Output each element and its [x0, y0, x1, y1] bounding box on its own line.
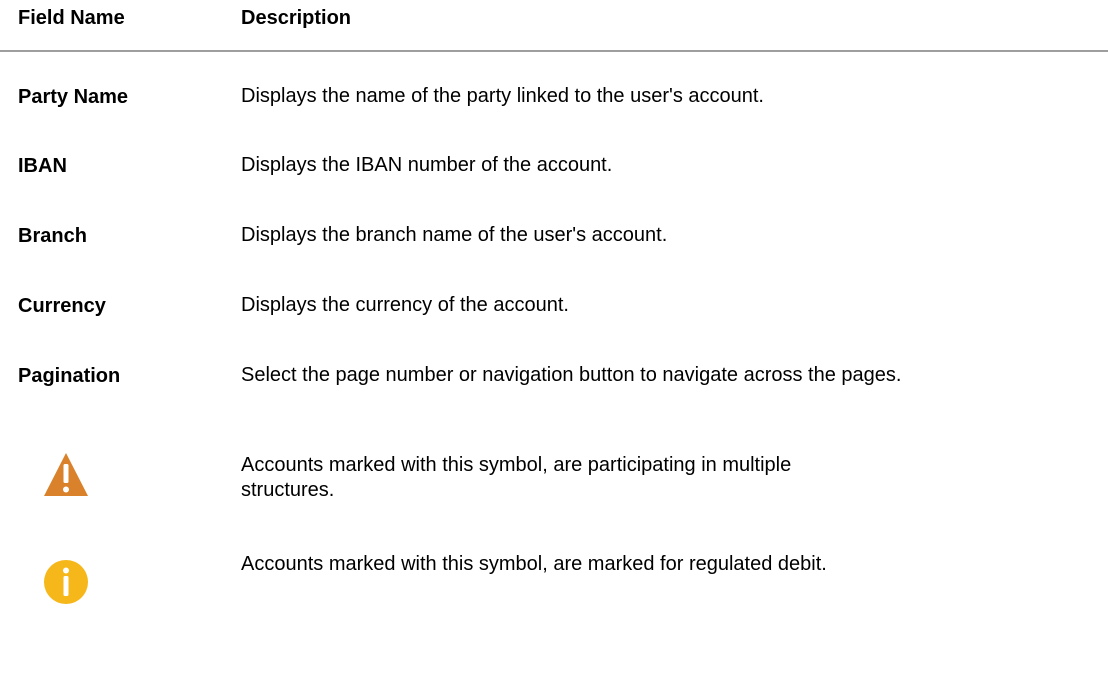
column-header-description: Description	[241, 7, 352, 29]
field-description: Displays the currency of the account.	[241, 294, 569, 316]
field-name-iban: IBAN	[18, 155, 67, 177]
info-icon	[42, 558, 90, 606]
table-header: Field Name Description	[0, 0, 1108, 52]
field-description: Displays the branch name of the user's a…	[241, 224, 668, 246]
field-name-currency: Currency	[18, 295, 106, 317]
field-name-pagination: Pagination	[18, 365, 121, 387]
field-description: Select the page number or navigation but…	[241, 364, 902, 386]
warning-icon	[42, 451, 90, 499]
column-header-field-name: Field Name	[18, 7, 125, 29]
field-description: Accounts marked with this symbol, are pa…	[241, 454, 792, 501]
field-description: Displays the name of the party linked to…	[241, 85, 764, 107]
field-description: Accounts marked with this symbol, are ma…	[241, 553, 827, 575]
field-name-branch: Branch	[18, 225, 87, 247]
field-description: Displays the IBAN number of the account.	[241, 154, 613, 176]
field-name-party-name: Party Name	[18, 86, 129, 108]
